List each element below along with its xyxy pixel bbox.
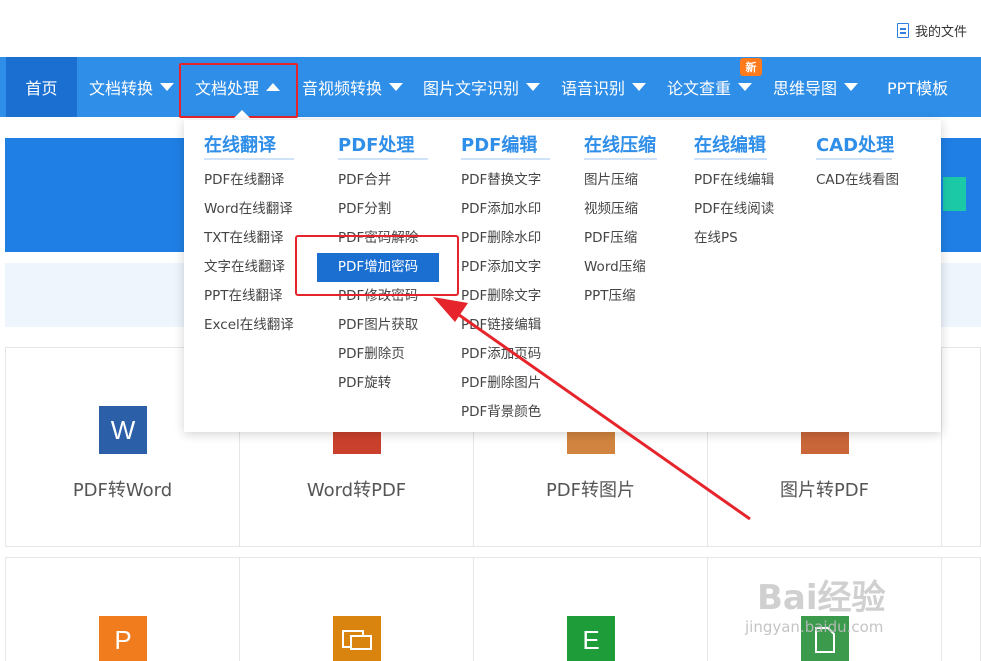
watermark-logo-text: Bai经验: [757, 578, 886, 618]
annotation-arrow-icon: [433, 297, 751, 521]
baidu-watermark: Bai经验: [757, 570, 886, 619]
watermark-url: jingyan.baidu.com: [745, 618, 884, 636]
